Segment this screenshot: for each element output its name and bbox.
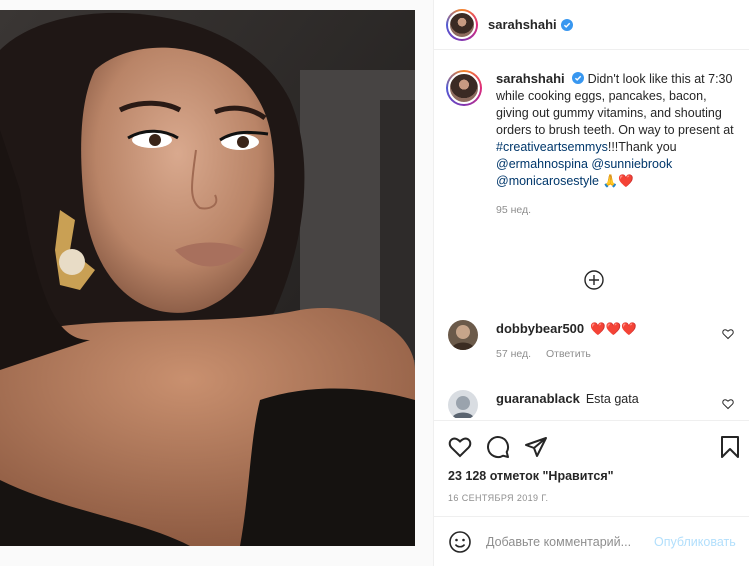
caption-avatar[interactable] — [446, 70, 482, 106]
action-bar: 23 128 отметок "Нравится" 16 СЕНТЯБРЯ 20… — [434, 420, 749, 515]
post-viewer: sarahshahi sarahshahi Didn't look like t… — [0, 0, 749, 566]
commenter-avatar[interactable] — [448, 390, 478, 418]
caption-body-cont: !!!Thank you — [607, 140, 677, 154]
comment-text: Esta gata — [585, 392, 639, 406]
comments-section: sarahshahi Didn't look like this at 7:30… — [434, 58, 749, 418]
publish-button[interactable]: Опубликовать — [654, 535, 736, 549]
paper-plane-icon[interactable] — [524, 435, 548, 459]
caption-username[interactable]: sarahshahi — [496, 71, 565, 86]
reply-button[interactable]: Ответить — [546, 348, 591, 360]
heart-icon[interactable] — [722, 328, 734, 340]
add-comment-bar: Опубликовать — [434, 516, 749, 566]
caption-emoji: 🙏❤️ — [602, 174, 634, 188]
comment-item: guaranablack Esta gata — [448, 390, 740, 418]
smiley-icon[interactable] — [448, 530, 472, 554]
plus-circle-icon[interactable] — [584, 270, 604, 290]
comment-item: dobbybear500 ❤️❤️❤️ 57 нед. Ответить — [448, 320, 740, 363]
author-avatar[interactable] — [446, 8, 478, 41]
verified-badge-icon — [560, 18, 573, 31]
heart-icon[interactable] — [448, 435, 472, 459]
mention-link[interactable]: @ermahnospina — [496, 157, 588, 171]
mention-link[interactable]: @sunniebrook — [591, 157, 672, 171]
caption-age[interactable]: 95 нед. — [496, 202, 734, 219]
selfie-image — [0, 10, 415, 546]
commenter-username[interactable]: guaranablack — [496, 391, 580, 406]
caption: sarahshahi Didn't look like this at 7:30… — [434, 58, 749, 219]
author-username[interactable]: sarahshahi — [488, 17, 557, 32]
commenter-avatar[interactable] — [448, 320, 478, 350]
mention-link[interactable]: @monicarosestyle — [496, 174, 599, 188]
comment-age[interactable]: 57 нед. — [496, 348, 531, 360]
comment-input[interactable] — [486, 534, 646, 549]
bookmark-icon[interactable] — [718, 435, 742, 459]
post-photo[interactable] — [0, 10, 415, 546]
hashtag-link[interactable]: #creativeartsemmys — [496, 140, 608, 154]
caption-text: sarahshahi Didn't look like this at 7:30… — [496, 70, 734, 219]
comment-bubble-icon[interactable] — [486, 435, 510, 459]
post-header: sarahshahi — [434, 0, 749, 50]
likes-count[interactable]: 23 128 отметок "Нравится" — [448, 469, 614, 483]
commenter-username[interactable]: dobbybear500 — [496, 321, 584, 336]
heart-icon[interactable] — [722, 398, 734, 410]
verified-badge-icon — [572, 72, 585, 84]
comment-text: ❤️❤️❤️ — [590, 322, 637, 336]
post-sidebar: sarahshahi sarahshahi Didn't look like t… — [433, 0, 749, 566]
post-date[interactable]: 16 СЕНТЯБРЯ 2019 Г. — [448, 493, 548, 503]
